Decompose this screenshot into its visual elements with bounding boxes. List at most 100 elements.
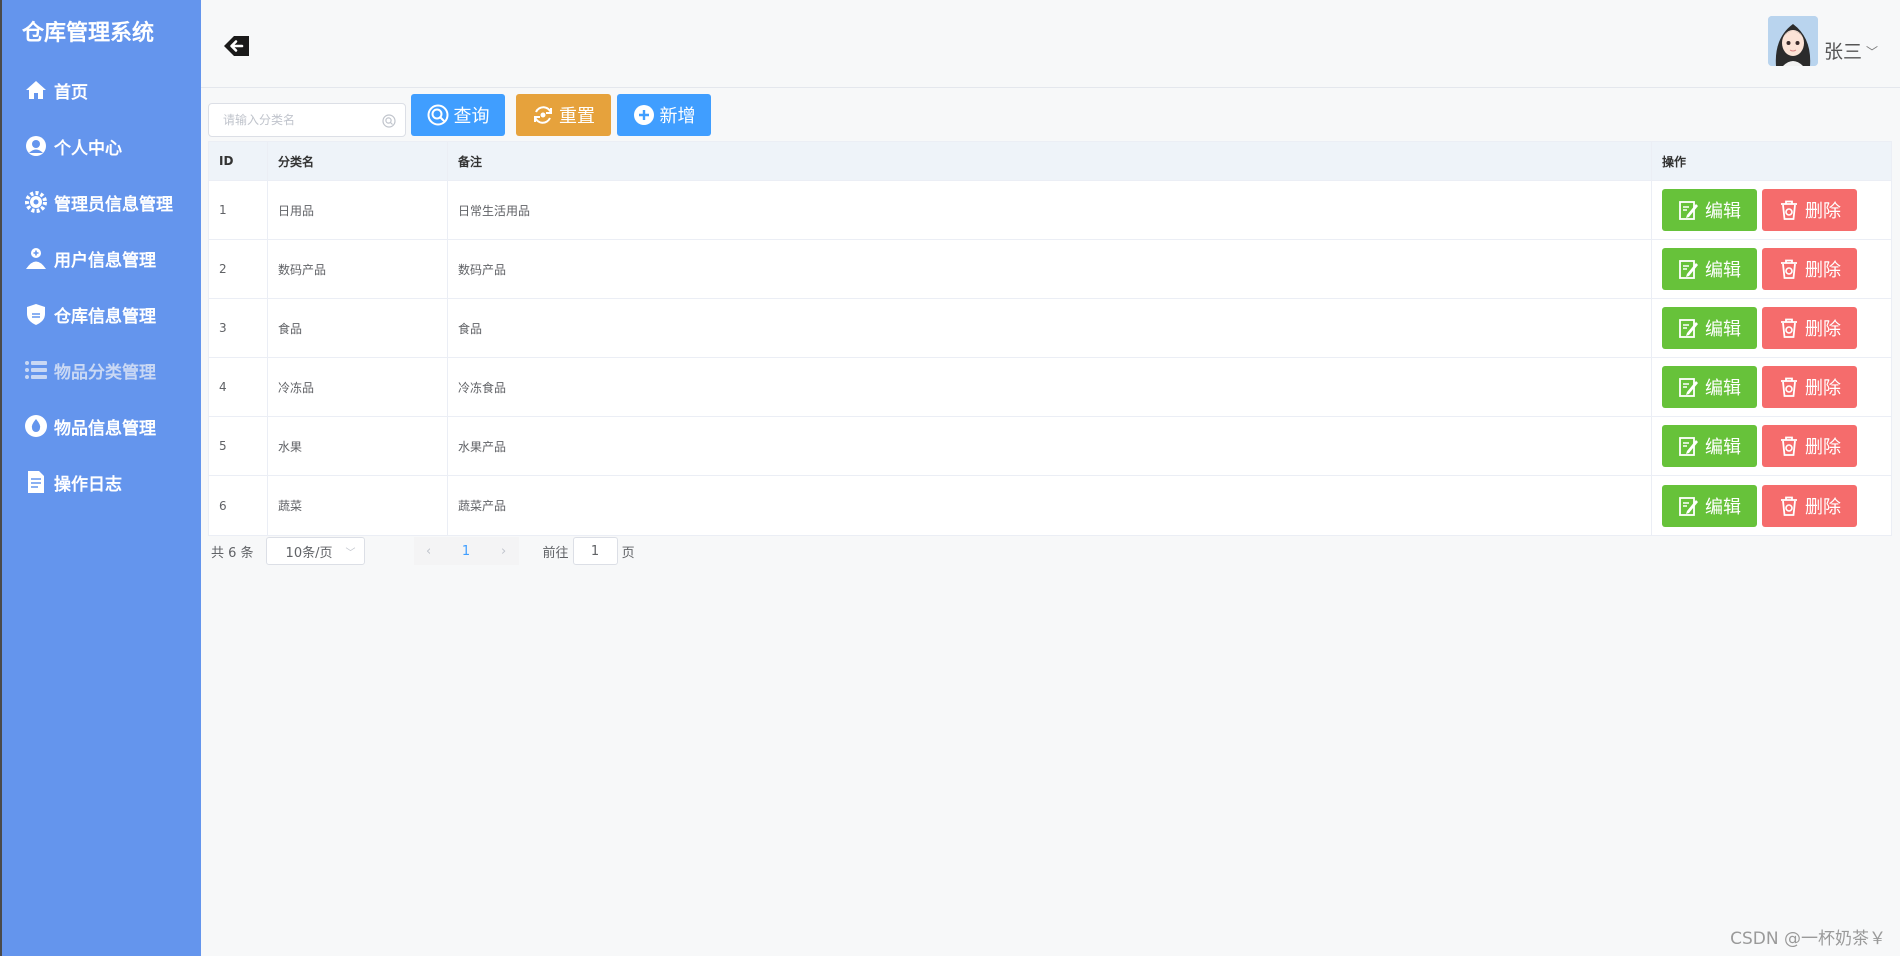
category-search-input[interactable] xyxy=(209,104,405,136)
cell-id: 6 xyxy=(209,476,268,535)
goto-page-input[interactable]: 1 xyxy=(572,537,618,565)
delete-button[interactable]: 删除 xyxy=(1762,366,1857,408)
sidebar-item-warehouse[interactable]: 仓库信息管理 xyxy=(2,286,201,342)
edit-button-label: 编辑 xyxy=(1705,201,1741,222)
edit-button[interactable]: 编辑 xyxy=(1662,307,1757,349)
table-row: 2 数码产品 数码产品 编辑 删除 xyxy=(209,240,1891,299)
document-icon xyxy=(24,470,48,494)
delete-button[interactable]: 删除 xyxy=(1762,189,1857,231)
prev-page-button[interactable]: ‹ xyxy=(413,537,444,565)
column-header-id[interactable]: ID xyxy=(209,142,268,180)
sidebar-item-label: 物品信息管理 xyxy=(54,418,156,439)
query-button-label: 查询 xyxy=(453,106,490,127)
search-icon xyxy=(427,104,448,126)
avatar[interactable] xyxy=(1767,16,1818,66)
edit-icon xyxy=(1679,319,1698,338)
page-size-select[interactable]: 10条/页 ﹀ xyxy=(265,537,365,565)
cell-name: 日用品 xyxy=(268,181,448,239)
goto-suffix: 页 xyxy=(621,545,635,561)
refresh-icon xyxy=(534,106,552,124)
gear-icon xyxy=(24,190,48,214)
page-size-value: 10条/页 xyxy=(285,545,333,561)
sidebar-item-admin[interactable]: 管理员信息管理 xyxy=(2,174,201,230)
delete-button[interactable]: 删除 xyxy=(1762,307,1857,349)
trash-icon xyxy=(1781,496,1797,516)
cell-actions: 编辑 删除 xyxy=(1652,299,1891,357)
search-box xyxy=(208,103,406,137)
edit-button[interactable]: 编辑 xyxy=(1662,248,1757,290)
cell-name: 冷冻品 xyxy=(268,358,448,416)
trash-icon xyxy=(1781,200,1797,220)
sidebar-item-users[interactable]: 用户信息管理 xyxy=(2,230,201,286)
sidebar-item-profile[interactable]: 个人中心 xyxy=(2,118,201,174)
edit-button[interactable]: 编辑 xyxy=(1662,484,1757,527)
watermark: CSDN @一杯奶茶￥ xyxy=(1730,929,1886,949)
chevron-down-icon: ﹀ xyxy=(1865,45,1878,59)
top-header: 张三 ﹀ xyxy=(201,0,1900,88)
collapse-sidebar-button[interactable] xyxy=(221,30,253,62)
cell-remark: 日常生活用品 xyxy=(448,181,1652,239)
sidebar-item-label: 操作日志 xyxy=(54,474,122,495)
table-row: 3 食品 食品 编辑 删除 xyxy=(209,299,1891,358)
cell-id: 1 xyxy=(209,181,268,239)
add-button[interactable]: 新增 xyxy=(617,94,711,136)
sidebar-item-label: 首页 xyxy=(54,82,88,103)
edit-icon xyxy=(1679,378,1698,397)
delete-button-label: 删除 xyxy=(1805,201,1841,222)
search-clear-icon[interactable] xyxy=(382,114,396,128)
trash-icon xyxy=(1781,318,1797,338)
cell-id: 2 xyxy=(209,240,268,298)
table-header: ID 分类名 备注 操作 xyxy=(209,142,1891,181)
user-menu[interactable]: 张三 ﹀ xyxy=(1767,16,1878,66)
cell-remark: 数码产品 xyxy=(448,240,1652,298)
edit-button-label: 编辑 xyxy=(1705,496,1741,518)
edit-button-label: 编辑 xyxy=(1705,378,1741,399)
drop-icon xyxy=(24,414,48,438)
delete-button-label: 删除 xyxy=(1805,319,1841,340)
cell-name: 水果 xyxy=(268,417,448,475)
column-header-name[interactable]: 分类名 xyxy=(268,142,448,180)
edit-button[interactable]: 编辑 xyxy=(1662,189,1757,231)
trash-icon xyxy=(1781,436,1797,456)
query-button[interactable]: 查询 xyxy=(411,94,505,136)
edit-button[interactable]: 编辑 xyxy=(1662,366,1757,408)
sidebar-item-category[interactable]: 物品分类管理 xyxy=(2,342,201,398)
cell-remark: 蔬菜产品 xyxy=(448,476,1652,535)
pagination: 共 6 条 10条/页 ﹀ ‹ 1 › 前往 1 页 xyxy=(211,537,635,565)
reset-button[interactable]: 重置 xyxy=(516,94,611,136)
cell-name: 数码产品 xyxy=(268,240,448,298)
delete-button[interactable]: 删除 xyxy=(1762,425,1857,467)
edit-button-label: 编辑 xyxy=(1705,437,1741,458)
cell-remark: 水果产品 xyxy=(448,417,1652,475)
sidebar: 仓库管理系统 首页 个人中心 管理员信息管理 用户信息管理 仓库信息管理 物品分… xyxy=(0,0,201,956)
cell-actions: 编辑 删除 xyxy=(1652,417,1891,475)
cell-remark: 食品 xyxy=(448,299,1652,357)
column-header-actions: 操作 xyxy=(1662,154,1687,169)
sidebar-item-log[interactable]: 操作日志 xyxy=(2,454,201,510)
sidebar-item-label: 物品分类管理 xyxy=(54,362,156,383)
delete-button-label: 删除 xyxy=(1805,378,1841,399)
username: 张三 xyxy=(1823,41,1862,63)
sidebar-item-goods[interactable]: 物品信息管理 xyxy=(2,398,201,454)
user-add-icon xyxy=(24,246,48,270)
sidebar-item-home[interactable]: 首页 xyxy=(2,62,201,118)
cell-actions: 编辑 删除 xyxy=(1652,476,1891,535)
trash-icon xyxy=(1781,259,1797,279)
sidebar-item-label: 管理员信息管理 xyxy=(54,194,173,215)
cell-id: 5 xyxy=(209,417,268,475)
delete-button[interactable]: 删除 xyxy=(1762,248,1857,290)
delete-button[interactable]: 删除 xyxy=(1762,484,1857,527)
trash-icon xyxy=(1781,377,1797,397)
toolbar: 查询 重置 新增 xyxy=(208,93,711,137)
table-row: 6 蔬菜 蔬菜产品 编辑 删除 xyxy=(209,476,1891,535)
column-header-remark[interactable]: 备注 xyxy=(448,142,1652,180)
next-page-button[interactable]: › xyxy=(488,537,519,565)
cell-actions: 编辑 删除 xyxy=(1652,181,1891,239)
table-row: 4 冷冻品 冷冻食品 编辑 删除 xyxy=(209,358,1891,417)
sidebar-item-label: 用户信息管理 xyxy=(54,250,156,271)
page-number[interactable]: 1 xyxy=(443,537,489,565)
delete-button-label: 删除 xyxy=(1805,496,1841,518)
edit-button[interactable]: 编辑 xyxy=(1662,425,1757,467)
chevron-left-icon: ‹ xyxy=(425,543,432,559)
cell-remark: 冷冻食品 xyxy=(448,358,1652,416)
